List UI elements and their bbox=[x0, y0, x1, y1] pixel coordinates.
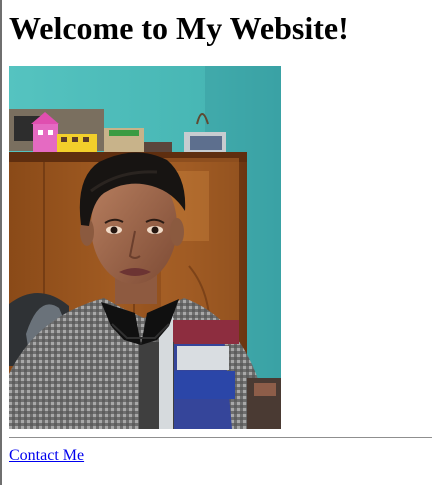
page-title: Welcome to My Website! bbox=[9, 10, 349, 46]
profile-photo-image bbox=[9, 66, 281, 429]
horizontal-divider bbox=[9, 437, 432, 438]
contact-me-link[interactable]: Contact Me bbox=[9, 447, 84, 465]
left-window-border bbox=[0, 0, 2, 485]
profile-photo bbox=[9, 66, 281, 429]
